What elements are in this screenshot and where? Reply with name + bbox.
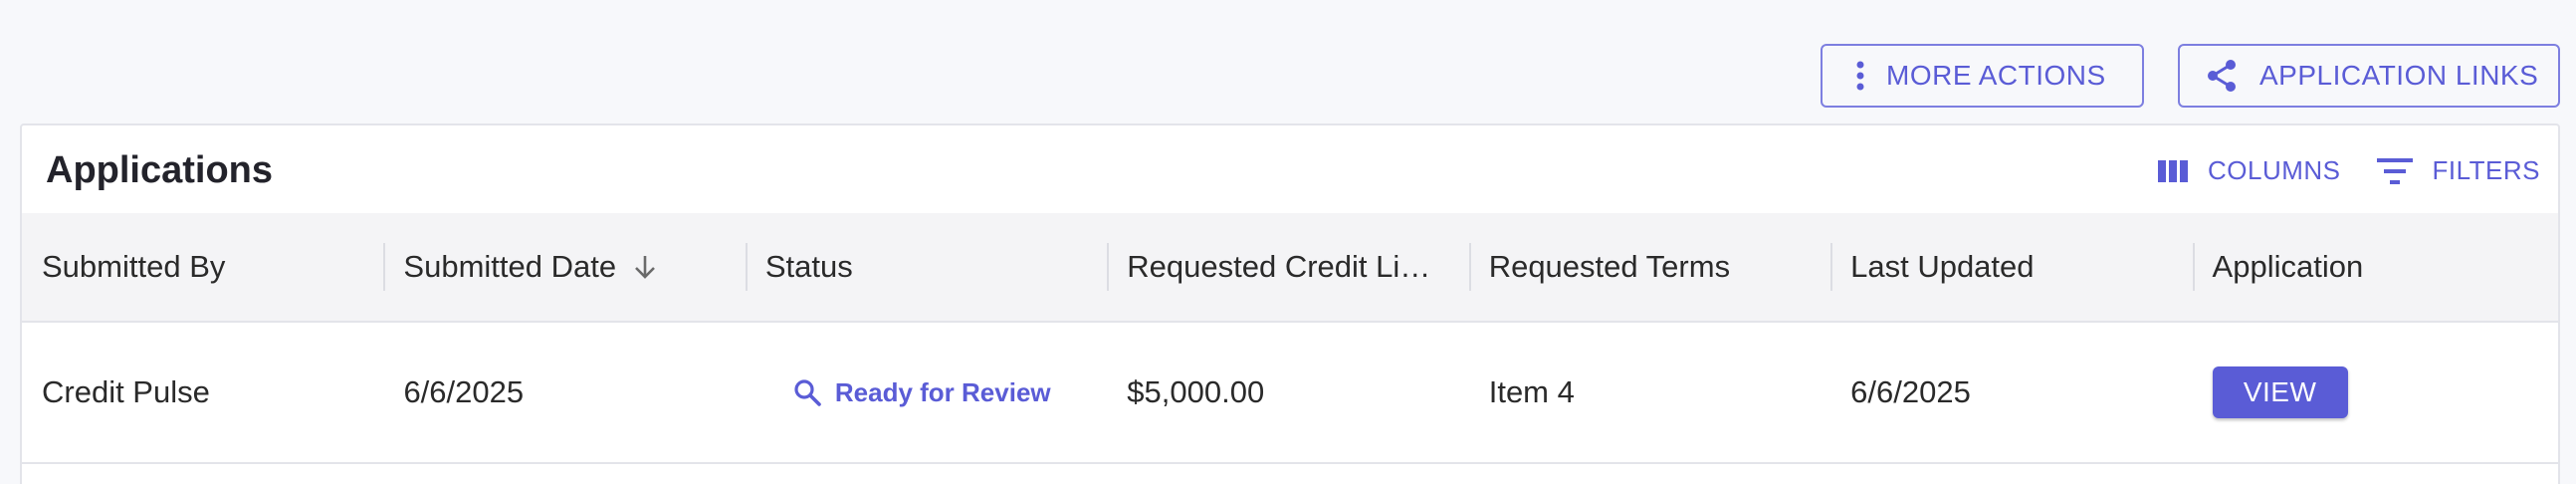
applications-panel: Applications COLUMNS FILTERS Submitted B… bbox=[20, 123, 2560, 484]
column-header-requested-terms[interactable]: Requested Terms bbox=[1468, 213, 1830, 321]
table-header: Submitted By Submitted Date Status Reque… bbox=[22, 213, 2558, 323]
column-header-submitted-by[interactable]: Submitted By bbox=[22, 213, 383, 321]
column-header-last-updated[interactable]: Last Updated bbox=[1830, 213, 2192, 321]
table-row[interactable]: Credit Pulse 6/6/2025 Ready for Review $… bbox=[22, 323, 2558, 464]
more-actions-button[interactable]: MORE ACTIONS bbox=[1821, 44, 2144, 108]
cell-requested-credit-limit: $5,000.00 bbox=[1127, 374, 1265, 409]
cell-submitted-date: 6/6/2025 bbox=[403, 374, 525, 409]
filters-label: FILTERS bbox=[2432, 155, 2540, 185]
cell-requested-terms: Item 4 bbox=[1488, 374, 1575, 409]
more-actions-label: MORE ACTIONS bbox=[1886, 60, 2106, 91]
column-header-application[interactable]: Application bbox=[2192, 213, 2558, 321]
status-link[interactable]: Ready for Review bbox=[746, 377, 1107, 408]
application-links-label: APPLICATION LINKS bbox=[2259, 60, 2539, 91]
cell-application: VIEW bbox=[2193, 366, 2558, 418]
top-actions: MORE ACTIONS APPLICATION LINKS bbox=[1821, 44, 2560, 108]
cell-submitted-by: Credit Pulse bbox=[42, 374, 210, 409]
filters-button[interactable]: FILTERS bbox=[2376, 155, 2540, 186]
cell-last-updated: 6/6/2025 bbox=[1850, 374, 1971, 409]
column-header-requested-credit-limit[interactable]: Requested Credit Li… bbox=[1107, 213, 1468, 321]
cell-status: Ready for Review bbox=[746, 377, 1107, 408]
column-header-status[interactable]: Status bbox=[745, 213, 1107, 321]
filter-icon bbox=[2376, 157, 2413, 184]
columns-icon bbox=[2158, 159, 2188, 182]
page-title: Applications bbox=[46, 149, 274, 191]
search-icon bbox=[793, 378, 821, 406]
share-icon bbox=[2206, 59, 2238, 93]
column-header-submitted-date[interactable]: Submitted Date bbox=[383, 213, 745, 321]
view-button[interactable]: VIEW bbox=[2212, 366, 2348, 418]
columns-label: COLUMNS bbox=[2208, 155, 2341, 185]
application-links-button[interactable]: APPLICATION LINKS bbox=[2178, 44, 2560, 108]
status-label: Ready for Review bbox=[834, 376, 1051, 407]
more-vertical-icon bbox=[1856, 61, 1864, 91]
arrow-down-icon[interactable] bbox=[634, 254, 656, 280]
panel-header: Applications COLUMNS FILTERS bbox=[22, 125, 2558, 213]
grid-toolbar: COLUMNS FILTERS bbox=[2158, 155, 2540, 186]
columns-button[interactable]: COLUMNS bbox=[2158, 155, 2341, 186]
